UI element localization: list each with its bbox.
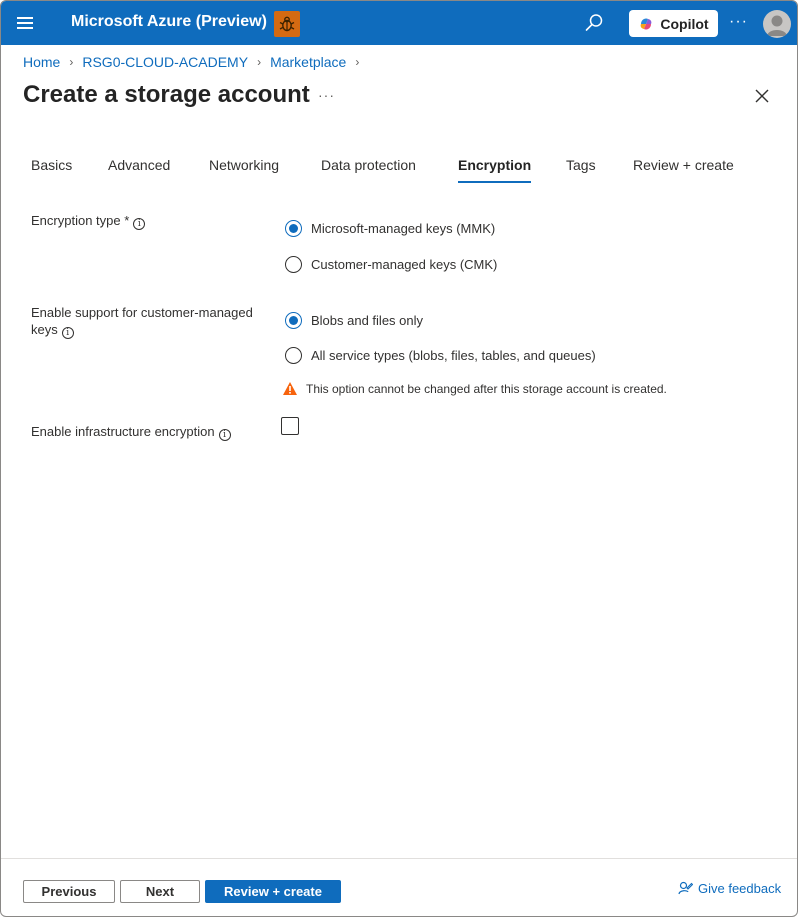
radio-button-checked[interactable] [285, 312, 302, 329]
infrastructure-encryption-checkbox[interactable] [281, 417, 299, 435]
radio-button[interactable] [285, 347, 302, 364]
radio-all-services-label: All service types (blobs, files, tables,… [311, 348, 596, 363]
tab-networking[interactable]: Networking [209, 155, 279, 183]
cmk-support-label-line2: keys [31, 322, 58, 337]
give-feedback-link[interactable]: Give feedback [678, 881, 781, 896]
chevron-right-icon: › [355, 55, 360, 69]
copilot-label: Copilot [660, 15, 709, 32]
tab-data-protection[interactable]: Data protection [321, 155, 416, 183]
app-title[interactable]: Microsoft Azure (Preview) [71, 13, 267, 31]
info-icon[interactable]: i [61, 327, 74, 339]
breadcrumb: Home › RSG0-CLOUD-ACADEMY › Marketplace … [23, 54, 368, 70]
tab-advanced[interactable]: Advanced [108, 155, 170, 183]
avatar[interactable] [763, 10, 791, 38]
breadcrumb-resource-group[interactable]: RSG0-CLOUD-ACADEMY [82, 54, 248, 70]
review-create-button[interactable]: Review + create [205, 880, 341, 903]
cmk-support-label-line1: Enable support for customer-managed [31, 305, 253, 320]
copilot-button[interactable]: Copilot [629, 10, 718, 37]
copilot-icon [641, 17, 652, 30]
tab-review-create[interactable]: Review + create [633, 155, 734, 183]
radio-blobs-files-label: Blobs and files only [311, 313, 424, 328]
breadcrumb-home[interactable]: Home [23, 54, 60, 70]
infrastructure-encryption-label: Enable infrastructure encryption i [31, 423, 231, 441]
encryption-type-label-text: Encryption type * [31, 213, 130, 228]
radio-mmk[interactable]: Microsoft-managed keys (MMK) [285, 220, 495, 237]
encryption-type-label: Encryption type * i [31, 212, 146, 230]
warning-text: This option cannot be changed after this… [306, 381, 667, 396]
next-button[interactable]: Next [120, 880, 200, 903]
bug-icon[interactable] [274, 11, 300, 37]
menu-icon[interactable] [17, 14, 37, 32]
radio-cmk-label: Customer-managed keys (CMK) [311, 257, 498, 272]
chevron-right-icon: › [257, 55, 262, 69]
info-icon[interactable]: i [133, 218, 146, 230]
close-icon[interactable] [753, 87, 771, 105]
cmk-support-label: Enable support for customer-managed keys… [31, 304, 253, 339]
feedback-icon [678, 881, 693, 895]
tab-encryption[interactable]: Encryption [458, 155, 532, 183]
page-title: Create a storage account [23, 81, 310, 108]
breadcrumb-marketplace[interactable]: Marketplace [270, 54, 346, 70]
infrastructure-encryption-label-text: Enable infrastructure encryption [31, 424, 215, 439]
more-options-icon[interactable]: ··· [729, 13, 748, 31]
top-bar: Microsoft Azure (Preview) Copilot ··· [1, 1, 797, 45]
radio-mmk-label: Microsoft-managed keys (MMK) [311, 221, 496, 236]
footer: Previous Next Review + create Give feedb… [1, 858, 797, 916]
give-feedback-label: Give feedback [698, 881, 782, 896]
search-icon[interactable] [583, 12, 605, 34]
tab-basics[interactable]: Basics [31, 155, 72, 183]
warning-icon [283, 382, 297, 395]
radio-button[interactable] [285, 256, 302, 273]
radio-all-services[interactable]: All service types (blobs, files, tables,… [285, 347, 596, 364]
warning-message: This option cannot be changed after this… [282, 381, 667, 396]
tab-tags[interactable]: Tags [566, 155, 596, 183]
radio-blobs-files[interactable]: Blobs and files only [285, 312, 423, 329]
radio-button-checked[interactable] [285, 220, 302, 237]
radio-cmk[interactable]: Customer-managed keys (CMK) [285, 256, 497, 273]
azure-portal-window: Microsoft Azure (Preview) Copilot ··· Ho… [0, 0, 798, 917]
previous-button[interactable]: Previous [23, 880, 115, 903]
chevron-right-icon: › [69, 55, 74, 69]
info-icon[interactable]: i [218, 429, 231, 441]
page-more-options-icon[interactable]: ··· [318, 87, 335, 103]
